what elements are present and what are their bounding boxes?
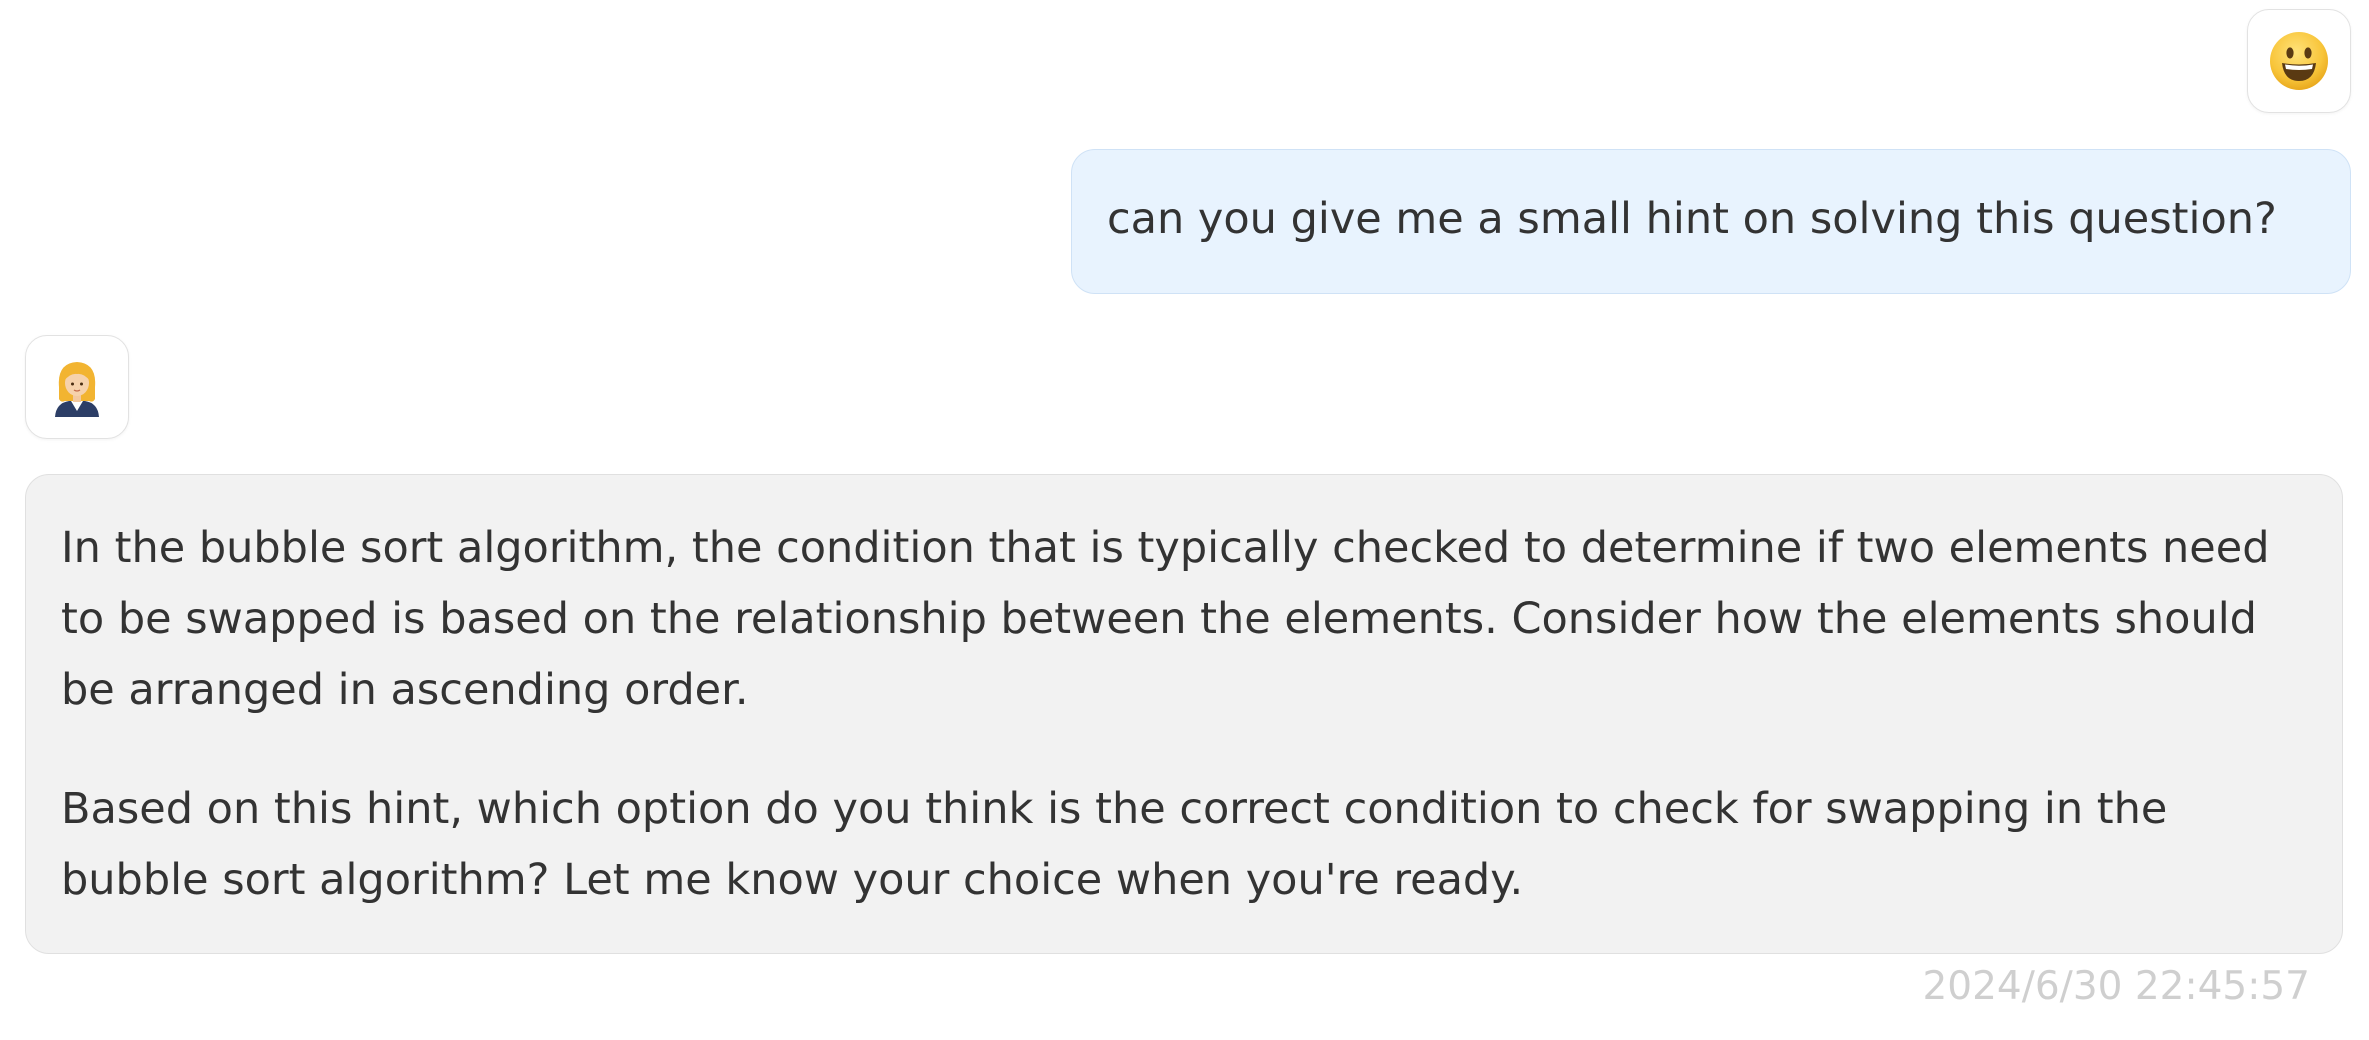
user-avatar bbox=[2247, 9, 2351, 113]
assistant-message-bubble: In the bubble sort algorithm, the condit… bbox=[25, 474, 2343, 954]
chat-conversation: can you give me a small hint on solving … bbox=[0, 0, 2369, 1040]
smiley-face-icon bbox=[2267, 29, 2331, 93]
assistant-message-paragraph: Based on this hint, which option do you … bbox=[61, 784, 2168, 905]
message-timestamp: 2024/6/30 22:45:57 bbox=[1922, 964, 2310, 1009]
woman-office-worker-icon bbox=[49, 357, 105, 417]
assistant-message-paragraph: In the bubble sort algorithm, the condit… bbox=[61, 523, 2270, 715]
assistant-avatar bbox=[25, 335, 129, 439]
user-message-text: can you give me a small hint on solving … bbox=[1107, 194, 2277, 244]
user-message-bubble: can you give me a small hint on solving … bbox=[1071, 149, 2351, 294]
